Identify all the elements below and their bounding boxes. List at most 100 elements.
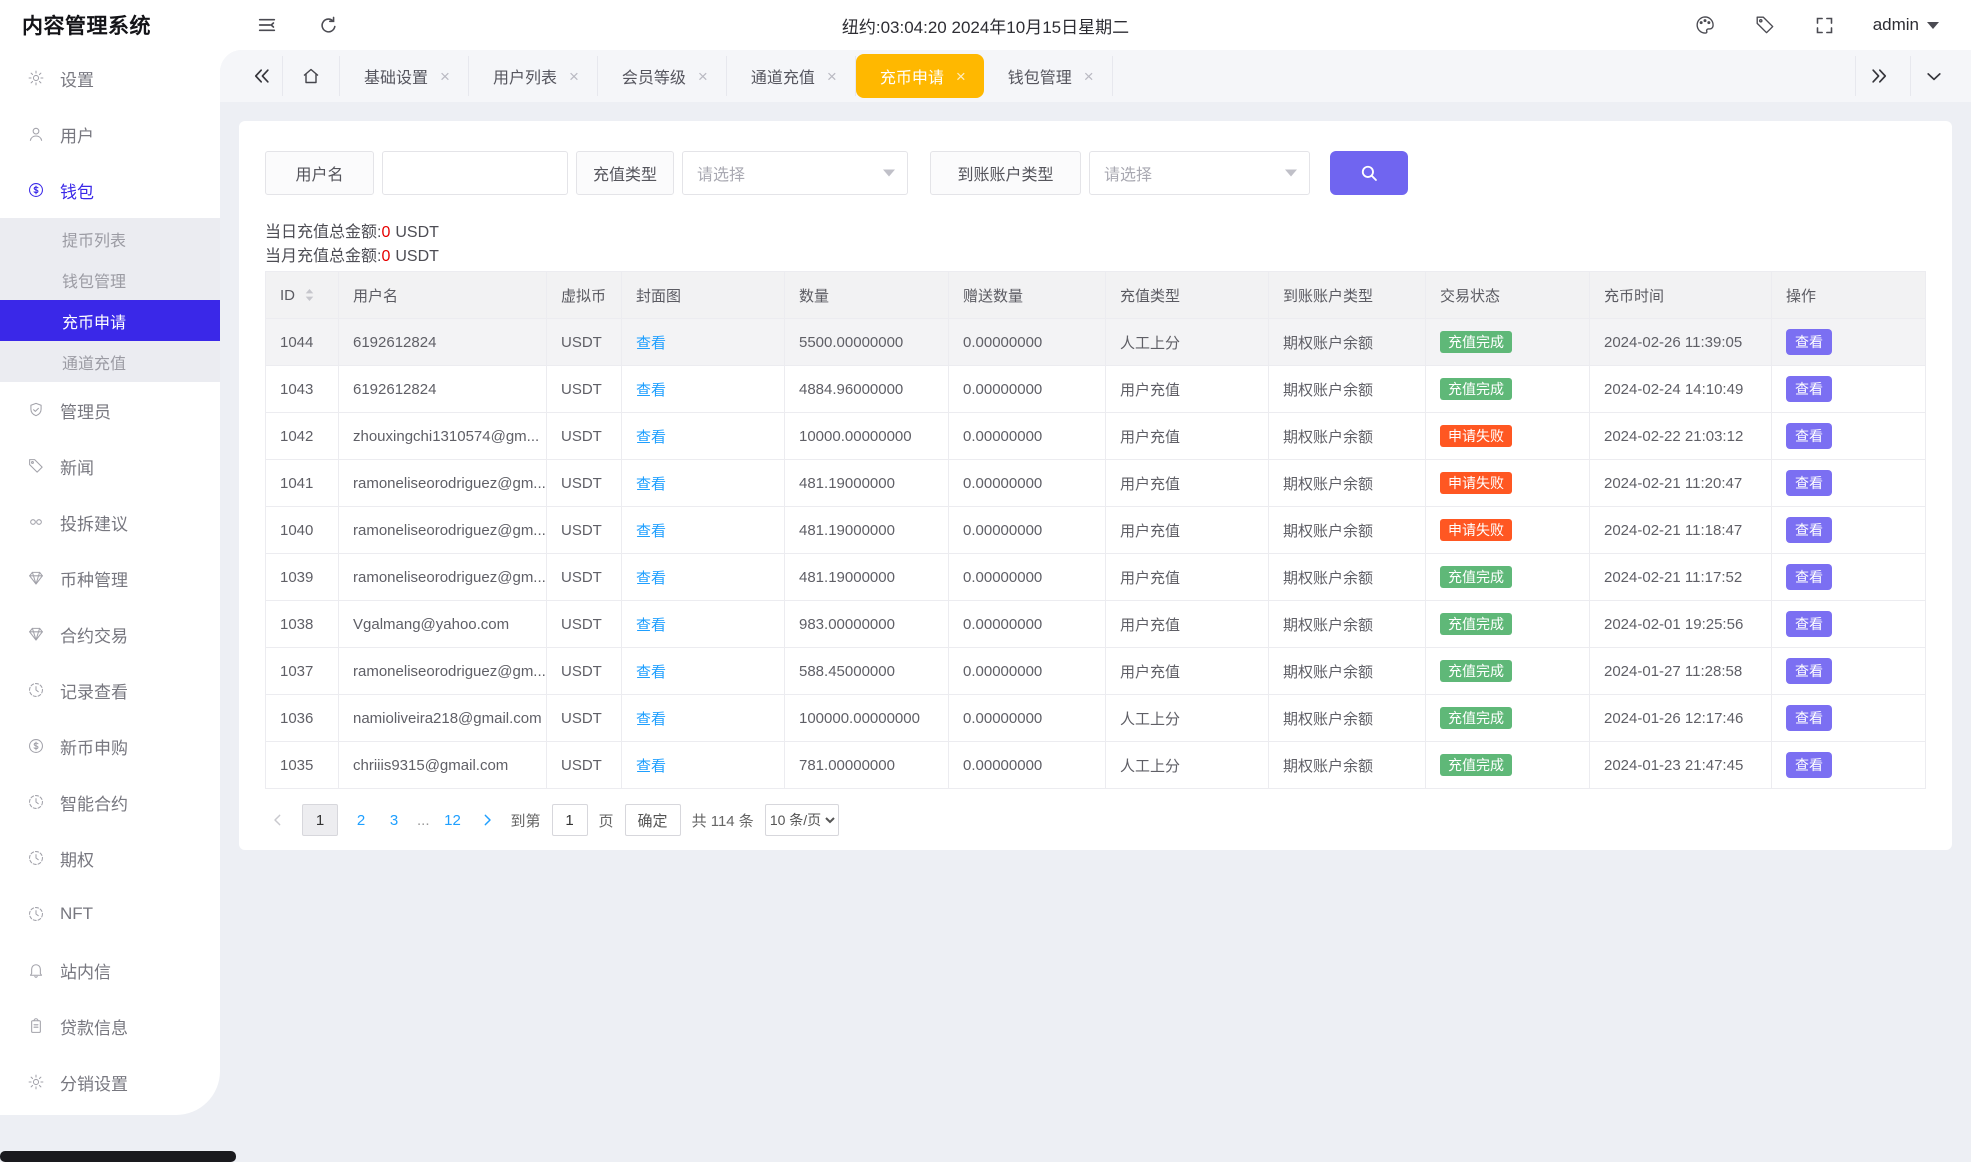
cell-username: 6192612824	[338, 318, 547, 366]
view-detail-button[interactable]: 查看	[1786, 752, 1832, 778]
col-header-10: 操作	[1771, 271, 1926, 319]
cover-view-link[interactable]: 查看	[636, 429, 666, 446]
sidebar-item-nft[interactable]: NFT	[0, 886, 220, 942]
close-icon[interactable]: ×	[827, 68, 837, 85]
sidebar-item-admin[interactable]: 管理员	[0, 382, 220, 438]
cell-username: ramoneliseorodriguez@gm...	[338, 459, 547, 507]
admin-menu[interactable]: admin	[1873, 15, 1939, 35]
cell-amount: 481.19000000	[784, 459, 949, 507]
cover-view-link[interactable]: 查看	[636, 570, 666, 587]
tag-icon	[27, 457, 45, 475]
view-detail-button[interactable]: 查看	[1786, 658, 1832, 684]
confirm-button[interactable]: 确定	[624, 804, 681, 836]
fullscreen-icon[interactable]	[1814, 15, 1835, 36]
cell-recharge-type: 人工上分	[1105, 741, 1269, 789]
sort-icon[interactable]	[304, 288, 315, 302]
sidebar-item-wallet[interactable]: 钱包	[0, 162, 220, 218]
tab-member-level[interactable]: 会员等级 ×	[598, 56, 727, 96]
tab-wallet-manage[interactable]: 钱包管理 ×	[984, 56, 1113, 96]
cover-view-link[interactable]: 查看	[636, 523, 666, 540]
collapse-menu-icon[interactable]	[256, 14, 278, 36]
tabs-collapse-left-icon[interactable]	[242, 56, 282, 96]
gear-icon	[27, 69, 45, 87]
page-12-button[interactable]: 12	[443, 804, 463, 836]
sidebar-item-users[interactable]: 用户	[0, 106, 220, 162]
sidebar-item-new-coin-subscribe[interactable]: 新币申购	[0, 718, 220, 774]
view-detail-button[interactable]: 查看	[1786, 705, 1832, 731]
cover-view-link[interactable]: 查看	[636, 382, 666, 399]
sidebar-item-loan-info[interactable]: 贷款信息	[0, 998, 220, 1054]
sidebar-item-messages[interactable]: 站内信	[0, 942, 220, 998]
cell-cover: 查看	[621, 365, 785, 413]
goto-page-input[interactable]	[551, 804, 588, 836]
sidebar-item-feedback[interactable]: 投拆建议	[0, 494, 220, 550]
home-icon[interactable]	[282, 56, 340, 96]
sidebar-item-contract-trade[interactable]: 合约交易	[0, 606, 220, 662]
page-3-button[interactable]: 3	[384, 804, 404, 836]
sidebar-item-withdraw-list[interactable]: 提币列表	[0, 218, 220, 259]
cover-view-link[interactable]: 查看	[636, 617, 666, 634]
sidebar-item-records[interactable]: 记录查看	[0, 662, 220, 718]
cell-recharge-type: 用户充值	[1105, 600, 1269, 648]
cell-cover: 查看	[621, 600, 785, 648]
sidebar-item-channel-recharge[interactable]: 通道充值	[0, 341, 220, 382]
close-icon[interactable]: ×	[1084, 68, 1094, 85]
cell-time: 2024-02-21 11:17:52	[1589, 553, 1772, 601]
recharge-type-select[interactable]: 请选择	[682, 151, 908, 195]
cell-account-type: 期权账户余额	[1268, 506, 1426, 554]
cover-view-link[interactable]: 查看	[636, 664, 666, 681]
cell-username: ramoneliseorodriguez@gm...	[338, 553, 547, 601]
cell-bonus: 0.00000000	[948, 741, 1106, 789]
view-detail-button[interactable]: 查看	[1786, 564, 1832, 590]
sidebar-item-options[interactable]: 期权	[0, 830, 220, 886]
tab-user-list[interactable]: 用户列表 ×	[469, 56, 598, 96]
tabs-more-icon[interactable]	[1910, 56, 1957, 96]
page-size-select[interactable]: 10 条/页	[764, 804, 839, 836]
view-detail-button[interactable]: 查看	[1786, 423, 1832, 449]
cell-coin: USDT	[546, 365, 622, 413]
cover-view-link[interactable]: 查看	[636, 711, 666, 728]
close-icon[interactable]: ×	[698, 68, 708, 85]
sidebar-item-news[interactable]: 新闻	[0, 438, 220, 494]
cell-status: 充值完成	[1425, 365, 1590, 413]
account-type-select[interactable]: 请选择	[1089, 151, 1310, 195]
username-input[interactable]	[382, 151, 568, 195]
view-detail-button[interactable]: 查看	[1786, 470, 1832, 496]
horizontal-scrollbar-thumb[interactable]	[0, 1151, 236, 1162]
search-button[interactable]	[1330, 151, 1408, 195]
col-header-4: 数量	[784, 271, 949, 319]
cover-view-link[interactable]: 查看	[636, 476, 666, 493]
next-page-icon[interactable]	[474, 804, 500, 836]
close-icon[interactable]: ×	[956, 68, 966, 85]
page-1-button[interactable]: 1	[302, 804, 338, 836]
tag-icon[interactable]	[1754, 14, 1776, 36]
tab-coin-recharge-apply[interactable]: 充币申请 ×	[855, 54, 984, 98]
tabs-scroll-right-icon[interactable]	[1855, 56, 1902, 96]
theme-palette-icon[interactable]	[1694, 14, 1716, 36]
sidebar-item-coin-recharge-apply[interactable]: 充币申请	[0, 300, 220, 341]
close-icon[interactable]: ×	[569, 68, 579, 85]
cell-actions: 查看	[1771, 459, 1926, 507]
sidebar-item-settings[interactable]: 设置	[0, 50, 220, 106]
cell-username: ramoneliseorodriguez@gm...	[338, 647, 547, 695]
sidebar-item-distribution-settings[interactable]: 分销设置	[0, 1054, 220, 1110]
view-detail-button[interactable]: 查看	[1786, 611, 1832, 637]
sidebar-item-wallet-manage[interactable]: 钱包管理	[0, 259, 220, 300]
sidebar-item-coin-manage[interactable]: 币种管理	[0, 550, 220, 606]
main-area: 基础设置 × 用户列表 × 会员等级 × 通道充值 × 充币申请 × 钱包管理 × 用户名 充值类型 …	[220, 50, 1971, 1159]
prev-page-icon[interactable]	[265, 804, 291, 836]
cover-view-link[interactable]: 查看	[636, 335, 666, 352]
view-detail-button[interactable]: 查看	[1786, 329, 1832, 355]
col-header-0[interactable]: ID	[265, 271, 339, 319]
page-2-button[interactable]: 2	[351, 804, 371, 836]
table-row: 1044 6192612824 USDT 查看 5500.00000000 0.…	[265, 318, 1926, 366]
sidebar-item-smart-contract[interactable]: 智能合约	[0, 774, 220, 830]
cover-view-link[interactable]: 查看	[636, 758, 666, 775]
view-detail-button[interactable]: 查看	[1786, 517, 1832, 543]
refresh-icon[interactable]	[318, 15, 339, 36]
tab-basic-settings[interactable]: 基础设置 ×	[340, 56, 469, 96]
tab-channel-recharge[interactable]: 通道充值 ×	[727, 56, 856, 96]
view-detail-button[interactable]: 查看	[1786, 376, 1832, 402]
cell-recharge-type: 用户充值	[1105, 459, 1269, 507]
close-icon[interactable]: ×	[440, 68, 450, 85]
